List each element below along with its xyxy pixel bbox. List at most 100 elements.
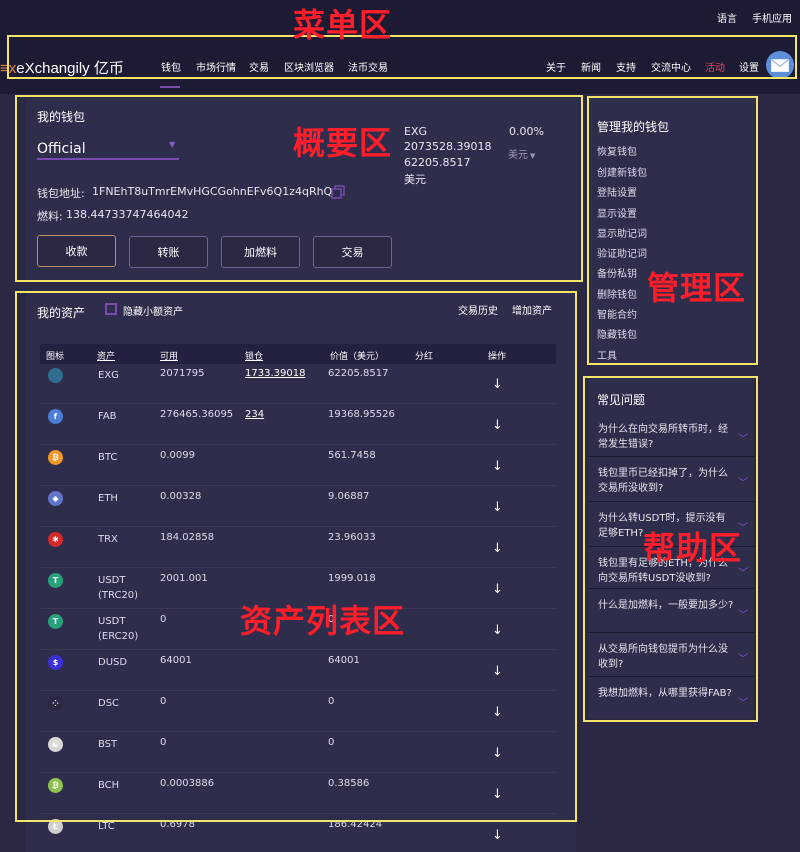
- nav-block-explorer[interactable]: 区块浏览器: [284, 59, 334, 74]
- chevron-down-icon: ﹀: [738, 654, 748, 665]
- expand-arrow-icon[interactable]: ↓: [492, 623, 503, 638]
- hide-small-label: 隐藏小额资产: [123, 307, 183, 318]
- expand-arrow-icon[interactable]: ↓: [492, 377, 503, 392]
- copy-icon[interactable]: [331, 184, 345, 199]
- expand-arrow-icon[interactable]: ↓: [492, 746, 503, 761]
- coin-icon: ⁘: [48, 696, 63, 711]
- asset-symbol: BTC: [98, 452, 118, 463]
- asset-available: 64001: [160, 655, 192, 666]
- asset-locked[interactable]: 234: [245, 409, 264, 420]
- wallet-select[interactable]: Official ▼: [37, 138, 179, 160]
- header-available[interactable]: 可用: [160, 349, 178, 362]
- nav-trade[interactable]: 交易: [249, 59, 269, 74]
- send-button[interactable]: 转账: [129, 236, 208, 268]
- table-row: ✱ TRX 184.02858 23.96033 ↓: [40, 527, 556, 568]
- manage-item-backup-key[interactable]: 备份私钥: [597, 265, 637, 280]
- nav-active-indicator: [160, 86, 180, 88]
- nav-support[interactable]: 支持: [616, 59, 636, 74]
- asset-value: 0: [328, 696, 335, 707]
- manage-item-tools[interactable]: 工具: [597, 347, 617, 362]
- faq-question: 为什么在向交易所转币时，经常发生错误?: [598, 424, 728, 450]
- coin-icon: ◆: [48, 491, 63, 506]
- asset-available: 0.00328: [160, 491, 202, 502]
- faq-item[interactable]: 从交易所向钱包提币为什么没收到? ﹀: [588, 634, 754, 677]
- nav-community[interactable]: 交流中心: [651, 59, 691, 74]
- manage-item-display-settings[interactable]: 显示设置: [597, 205, 637, 220]
- faq-item[interactable]: 什么是加燃料，一般要加多少? ﹀: [588, 590, 754, 633]
- expand-arrow-icon[interactable]: ↓: [492, 582, 503, 597]
- trade-button[interactable]: 交易: [313, 236, 392, 268]
- manage-item-hide[interactable]: 隐藏钱包: [597, 326, 637, 341]
- expand-arrow-icon[interactable]: ↓: [492, 664, 503, 679]
- asset-available: 2071795: [160, 368, 205, 379]
- nav-news[interactable]: 新闻: [581, 59, 601, 74]
- asset-value: 186.42424: [328, 819, 383, 830]
- summary-change: 0.00%: [509, 125, 544, 138]
- language-link[interactable]: 语言: [717, 10, 737, 25]
- coin-icon: ₿: [48, 778, 63, 793]
- coin-icon: [48, 368, 63, 383]
- coin-icon: ₿: [48, 450, 63, 465]
- add-gas-button[interactable]: 加燃料: [221, 236, 300, 268]
- hide-small-checkbox[interactable]: [105, 303, 117, 315]
- asset-symbol: FAB: [98, 411, 117, 422]
- manage-item-verify-mnemonic[interactable]: 验证助记词: [597, 245, 647, 260]
- asset-value: 62205.8517: [328, 368, 389, 379]
- manage-item-show-mnemonic[interactable]: 显示助记词: [597, 225, 647, 240]
- asset-available: 0: [160, 696, 167, 707]
- nav-about[interactable]: 关于: [546, 59, 566, 74]
- nav-market[interactable]: 市场行情: [196, 59, 236, 74]
- faq-item[interactable]: 为什么在向交易所转币时，经常发生错误? ﹀: [588, 414, 754, 457]
- manage-item-restore[interactable]: 恢复钱包: [597, 143, 637, 158]
- header-icon: 图标: [46, 352, 65, 362]
- coin-icon: Ł: [48, 819, 63, 834]
- address-label: 钱包地址:: [37, 187, 85, 200]
- manage-item-smart-contract[interactable]: 智能合约: [597, 306, 637, 321]
- expand-arrow-icon[interactable]: ↓: [492, 541, 503, 556]
- nav-otc[interactable]: 法币交易: [348, 59, 388, 74]
- expand-arrow-icon[interactable]: ↓: [492, 787, 503, 802]
- wallet-address: 1FNEhT8uTmrEMvHGCGohnEFv6Q1z4qRhQu: [92, 185, 340, 198]
- wallet-title: 我的钱包: [37, 110, 86, 124]
- tx-history-link[interactable]: 交易历史: [458, 302, 498, 317]
- faq-item[interactable]: 钱包里币已经扣掉了，为什么交易所没收到? ﹀: [588, 458, 754, 502]
- expand-arrow-icon[interactable]: ↓: [492, 828, 503, 843]
- currency-select-value: 美元: [508, 150, 528, 161]
- manage-item-login-settings[interactable]: 登陆设置: [597, 184, 637, 199]
- asset-symbol: BCH: [98, 780, 120, 791]
- menu-region-label: 菜单区: [293, 6, 393, 44]
- summary-coin: EXG: [404, 125, 428, 138]
- brand-logo[interactable]: ≡xeXchangily 亿币: [0, 57, 124, 78]
- manage-region-label: 管理区: [647, 269, 747, 307]
- nav-wallet[interactable]: 钱包: [161, 59, 181, 74]
- receive-button[interactable]: 收款: [37, 235, 116, 267]
- mail-button[interactable]: [766, 51, 794, 79]
- expand-arrow-icon[interactable]: ↓: [492, 418, 503, 433]
- asset-available: 184.02858: [160, 532, 215, 543]
- expand-arrow-icon[interactable]: ↓: [492, 459, 503, 474]
- summary-currency: 美元: [404, 173, 426, 186]
- currency-select[interactable]: 美元 ▼: [508, 146, 535, 161]
- table-row: $ DUSD 64001 64001 ↓: [40, 650, 556, 691]
- top-bar: 语言 手机应用: [0, 0, 800, 36]
- expand-arrow-icon[interactable]: ↓: [492, 705, 503, 720]
- add-asset-link[interactable]: 增加资产: [512, 302, 552, 317]
- nav-events[interactable]: 活动: [705, 59, 725, 74]
- nav-settings[interactable]: 设置: [739, 59, 759, 74]
- table-row: ₿ BCH 0.0003886 0.38586 ↓: [40, 773, 556, 814]
- asset-value: 561.7458: [328, 450, 376, 461]
- manage-item-delete[interactable]: 删除钱包: [597, 286, 637, 301]
- header-locked[interactable]: 锁仓: [245, 349, 263, 362]
- mobile-app-link[interactable]: 手机应用: [752, 10, 792, 25]
- header-asset[interactable]: 资产: [97, 349, 115, 362]
- expand-arrow-icon[interactable]: ↓: [492, 500, 503, 515]
- faq-item[interactable]: 我想加燃料，从哪里获得FAB? ﹀: [588, 678, 754, 718]
- faq-question: 我想加燃料，从哪里获得FAB?: [598, 688, 732, 699]
- table-row: ◆ ETH 0.00328 9.06887 ↓: [40, 486, 556, 527]
- asset-available: 0: [160, 737, 167, 748]
- asset-value: 0: [328, 737, 335, 748]
- asset-locked[interactable]: 1733.39018: [245, 368, 305, 379]
- summary-coin-value: 62205.8517: [404, 156, 471, 169]
- manage-item-create[interactable]: 创建新钱包: [597, 164, 647, 179]
- header-action: 操作: [488, 352, 507, 362]
